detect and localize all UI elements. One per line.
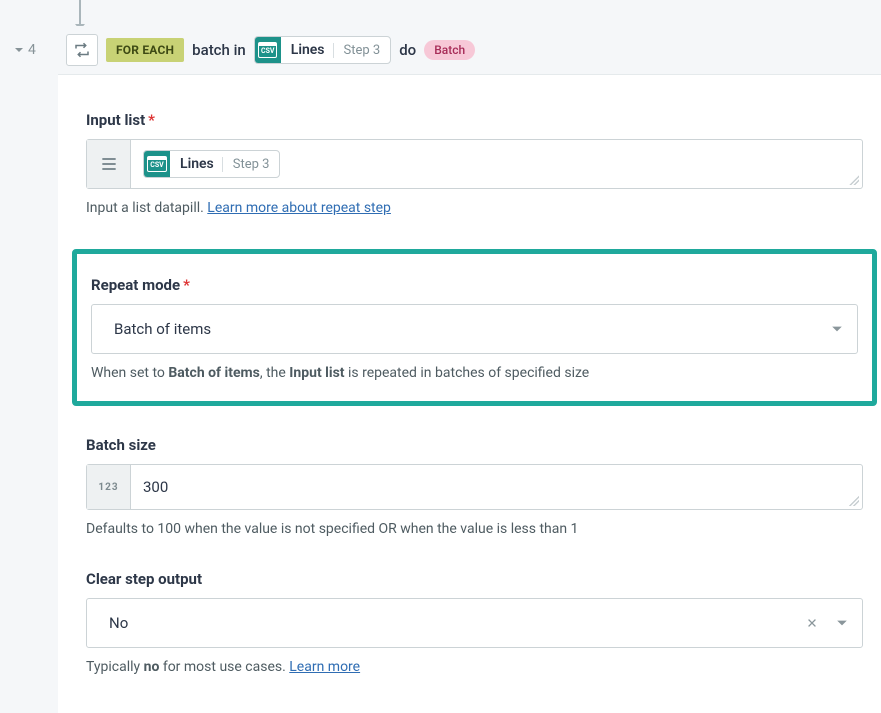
do-keyword: do xyxy=(399,41,416,59)
foreach-var-keyword: batch in xyxy=(192,41,246,59)
input-list-helper: Input a list datapill. Learn more about … xyxy=(86,199,863,219)
step-number-text: 4 xyxy=(28,42,36,58)
required-asterisk: * xyxy=(183,276,190,294)
field-batch-size: Batch size 123 300 Defaults to 100 when … xyxy=(86,436,863,540)
pill-step: Step 3 xyxy=(222,157,280,172)
batch-tag: Batch xyxy=(424,40,475,60)
csv-icon xyxy=(255,37,281,63)
learn-more-clear-link[interactable]: Learn more xyxy=(289,659,360,675)
field-clear-output: Clear step output No Typically no for mo… xyxy=(86,570,863,678)
input-list-label: Input list* xyxy=(86,111,863,129)
learn-more-repeat-link[interactable]: Learn more about repeat step xyxy=(207,200,391,216)
repeat-mode-value: Batch of items xyxy=(114,320,211,338)
clear-icon[interactable] xyxy=(806,617,818,629)
caret-down-icon xyxy=(831,323,843,335)
input-list-datapill[interactable]: Lines Step 3 xyxy=(143,150,280,178)
clear-output-value: No xyxy=(109,614,128,632)
required-asterisk: * xyxy=(148,111,155,129)
batch-size-label: Batch size xyxy=(86,436,863,454)
flow-arrow-icon xyxy=(79,0,81,25)
pill-label: Lines xyxy=(170,156,222,172)
resize-handle-icon[interactable] xyxy=(849,175,859,185)
repeat-mode-label: Repeat mode* xyxy=(91,276,858,294)
list-prefix-icon xyxy=(87,140,131,188)
step-config-panel: Input list* Lines Step 3 Input a list da… xyxy=(58,74,881,713)
field-repeat-mode: Repeat mode* Batch of items When set to … xyxy=(91,276,858,384)
clear-output-select[interactable]: No xyxy=(86,598,863,648)
field-input-list: Input list* Lines Step 3 Input a list da… xyxy=(86,111,863,219)
highlight-frame: Repeat mode* Batch of items When set to … xyxy=(72,249,877,407)
foreach-badge: FOR EACH xyxy=(106,38,184,62)
batch-size-value: 300 xyxy=(143,478,168,496)
repeat-mode-helper: When set to Batch of items, the Input li… xyxy=(91,364,858,384)
number-prefix-icon: 123 xyxy=(87,465,131,509)
header-datapill[interactable]: Lines Step 3 xyxy=(254,36,391,64)
caret-down-icon xyxy=(14,45,24,55)
pill-step: Step 3 xyxy=(333,43,391,58)
pill-label: Lines xyxy=(281,42,333,58)
step-header[interactable]: FOR EACH batch in Lines Step 3 do Batch xyxy=(58,26,881,74)
clear-output-label: Clear step output xyxy=(86,570,863,588)
csv-icon xyxy=(144,151,170,177)
repeat-step-icon xyxy=(66,34,98,66)
repeat-mode-select[interactable]: Batch of items xyxy=(91,304,858,354)
step-number[interactable]: 4 xyxy=(14,42,36,58)
clear-output-helper: Typically no for most use cases. Learn m… xyxy=(86,658,863,678)
input-list-field[interactable]: Lines Step 3 xyxy=(86,139,863,189)
batch-size-field[interactable]: 123 300 xyxy=(86,464,863,510)
caret-down-icon xyxy=(836,617,848,629)
batch-size-helper: Defaults to 100 when the value is not sp… xyxy=(86,520,863,540)
resize-handle-icon[interactable] xyxy=(849,496,859,506)
